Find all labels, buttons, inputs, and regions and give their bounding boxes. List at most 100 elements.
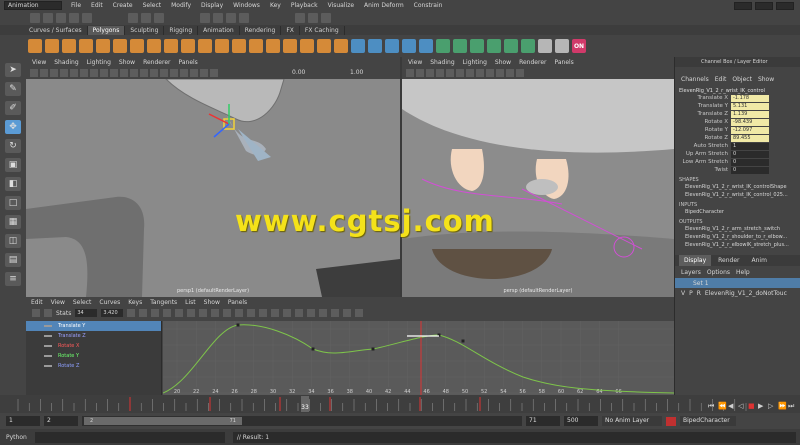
menu-playback[interactable]: Playback bbox=[286, 0, 323, 11]
vp2-shadows-icon[interactable] bbox=[486, 69, 494, 77]
output-item[interactable]: ElevenRig_V1_2_r_shoulder_to_r_elbow... bbox=[675, 233, 800, 241]
play-icon[interactable]: ▶ bbox=[758, 402, 764, 410]
step-forward-icon[interactable]: ⏭ bbox=[788, 402, 795, 410]
redo-icon[interactable] bbox=[82, 13, 92, 23]
attribute-value[interactable]: -12.097 bbox=[731, 126, 769, 134]
keyframe[interactable] bbox=[461, 339, 465, 343]
menu-set-dropdown[interactable]: Animation bbox=[4, 1, 62, 10]
layer-menu-options[interactable]: Options bbox=[707, 269, 730, 276]
output-item[interactable]: ElevenRig_V1_2_r_arm_stretch_switch bbox=[675, 225, 800, 233]
poly-spherical-harmonics-icon[interactable] bbox=[283, 39, 297, 53]
layout-graph-icon[interactable]: ▤ bbox=[5, 253, 21, 267]
textured-icon[interactable] bbox=[150, 69, 158, 77]
poly-cone-icon[interactable] bbox=[79, 39, 93, 53]
attribute-row[interactable]: Up Arm Stretch 0 bbox=[675, 150, 800, 158]
poly-gear-icon[interactable] bbox=[232, 39, 246, 53]
next-key-icon[interactable]: ⏩ bbox=[778, 401, 787, 410]
end-frame-field[interactable]: 500 bbox=[564, 416, 598, 426]
shelf-tab-fx[interactable]: FX bbox=[281, 26, 300, 35]
cb-menu-show[interactable]: Show bbox=[758, 76, 774, 83]
camera-attr-icon[interactable] bbox=[40, 69, 48, 77]
ipr-render-icon[interactable] bbox=[308, 13, 318, 23]
vp2-menu-lighting[interactable]: Lighting bbox=[463, 59, 487, 66]
poly-sphere-icon[interactable] bbox=[28, 39, 42, 53]
attribute-row[interactable]: Translate Y 5.131 bbox=[675, 102, 800, 110]
menu-key[interactable]: Key bbox=[265, 0, 286, 11]
viewport2-canvas[interactable]: persp (defaultRenderLayer) bbox=[402, 79, 674, 297]
lock-weight-icon[interactable] bbox=[247, 309, 256, 317]
menu-create[interactable]: Create bbox=[108, 0, 138, 11]
denormalize-icon[interactable] bbox=[331, 309, 340, 317]
ge-menu-list[interactable]: List bbox=[185, 299, 196, 306]
layer-reference[interactable]: R bbox=[697, 290, 701, 297]
vp1-menu-show[interactable]: Show bbox=[119, 59, 135, 66]
layer-menu-layers[interactable]: Layers bbox=[681, 269, 701, 276]
save-scene-icon[interactable] bbox=[56, 13, 66, 23]
dope-sheet-icon[interactable] bbox=[343, 309, 352, 317]
vp2-isolate-icon[interactable] bbox=[496, 69, 504, 77]
viewport-persp[interactable]: View Shading Lighting Show Renderer Pane… bbox=[402, 57, 674, 297]
vp1-menu-shading[interactable]: Shading bbox=[54, 59, 78, 66]
shelf-tab-rigging[interactable]: Rigging bbox=[164, 26, 199, 35]
grid-icon[interactable] bbox=[70, 69, 78, 77]
attribute-value[interactable]: 89.455 bbox=[731, 134, 769, 142]
multi-cut-icon[interactable] bbox=[504, 39, 518, 53]
select-component-icon[interactable] bbox=[154, 13, 164, 23]
paint-select-icon[interactable]: ✐ bbox=[5, 101, 21, 115]
move-key-icon[interactable] bbox=[32, 309, 40, 317]
stop-icon[interactable]: ■ bbox=[748, 402, 755, 410]
shelf-tab-polygons[interactable]: Polygons bbox=[87, 26, 126, 35]
vp1-menu-lighting[interactable]: Lighting bbox=[87, 59, 111, 66]
trax-icon[interactable] bbox=[355, 309, 364, 317]
channel-row[interactable]: Translate Y bbox=[26, 321, 161, 331]
flat-tangent-icon[interactable] bbox=[175, 309, 184, 317]
attribute-value[interactable]: 0 bbox=[731, 166, 769, 174]
select-tool-icon[interactable]: ➤ bbox=[5, 63, 21, 77]
lasso-tool-icon[interactable]: ✎ bbox=[5, 82, 21, 96]
attribute-row[interactable]: Rotate Z 89.455 bbox=[675, 134, 800, 142]
graph-area[interactable]: 20 22 24 26 28 30 32 34 36 38 40 42 44 46 48 50 52 54 56 58… bbox=[163, 321, 674, 395]
xray-icon[interactable] bbox=[200, 69, 208, 77]
append-icon[interactable] bbox=[487, 39, 501, 53]
break-tangent-icon[interactable] bbox=[211, 309, 220, 317]
poly-pyramid-icon[interactable] bbox=[164, 39, 178, 53]
vp2-menu-show[interactable]: Show bbox=[495, 59, 511, 66]
extrude-icon[interactable] bbox=[436, 39, 450, 53]
shelf-tab-sculpting[interactable]: Sculpting bbox=[125, 26, 165, 35]
attribute-row[interactable]: Translate Z 1.139 bbox=[675, 110, 800, 118]
bookmark-icon[interactable] bbox=[50, 69, 58, 77]
poly-platonic-icon[interactable] bbox=[147, 39, 161, 53]
gate-mask-icon[interactable] bbox=[100, 69, 108, 77]
shelf-tab-curves[interactable]: Curves / Surfaces bbox=[24, 26, 88, 35]
lights-icon[interactable] bbox=[160, 69, 168, 77]
free-weight-icon[interactable] bbox=[235, 309, 244, 317]
image-plane-icon[interactable] bbox=[60, 69, 68, 77]
ao-icon[interactable] bbox=[180, 69, 188, 77]
select-object-icon[interactable] bbox=[141, 13, 151, 23]
bridge-icon[interactable] bbox=[453, 39, 467, 53]
range-handle[interactable]: 2 71 bbox=[84, 417, 242, 425]
spline-tangent-icon[interactable] bbox=[139, 309, 148, 317]
character-set-dropdown[interactable]: BipedCharacter bbox=[680, 416, 736, 426]
prev-key-icon[interactable]: ⏪ bbox=[718, 401, 727, 410]
new-scene-icon[interactable] bbox=[30, 13, 40, 23]
field-chart-icon[interactable] bbox=[110, 69, 118, 77]
layer-menu-help[interactable]: Help bbox=[736, 269, 750, 276]
render-settings-icon[interactable] bbox=[321, 13, 331, 23]
ge-menu-show[interactable]: Show bbox=[204, 299, 220, 306]
ge-menu-select[interactable]: Select bbox=[73, 299, 92, 306]
menu-edit[interactable]: Edit bbox=[86, 0, 108, 11]
poly-cube-icon[interactable] bbox=[45, 39, 59, 53]
field-x[interactable] bbox=[734, 1, 752, 10]
attribute-row[interactable]: Twist 0 bbox=[675, 166, 800, 174]
shelf-tab-animation[interactable]: Animation bbox=[198, 26, 240, 35]
bevel-icon[interactable] bbox=[470, 39, 484, 53]
attribute-row[interactable]: Low Arm Stretch 0 bbox=[675, 158, 800, 166]
on-badge-icon[interactable]: ON bbox=[572, 39, 586, 53]
time-slider[interactable]: 33 ⏮ ⏪ ◀ ◁ ■ ▶ ▷ ⏩ ⏭ bbox=[0, 395, 800, 413]
vp2-camera-attr-icon[interactable] bbox=[416, 69, 424, 77]
shadows-icon[interactable] bbox=[170, 69, 178, 77]
attribute-value[interactable]: 5.131 bbox=[731, 102, 769, 110]
shape-item[interactable]: ElevenRig_V1_2_r_wrist_IK_controlShape bbox=[675, 183, 800, 191]
insert-key-icon[interactable] bbox=[44, 309, 52, 317]
